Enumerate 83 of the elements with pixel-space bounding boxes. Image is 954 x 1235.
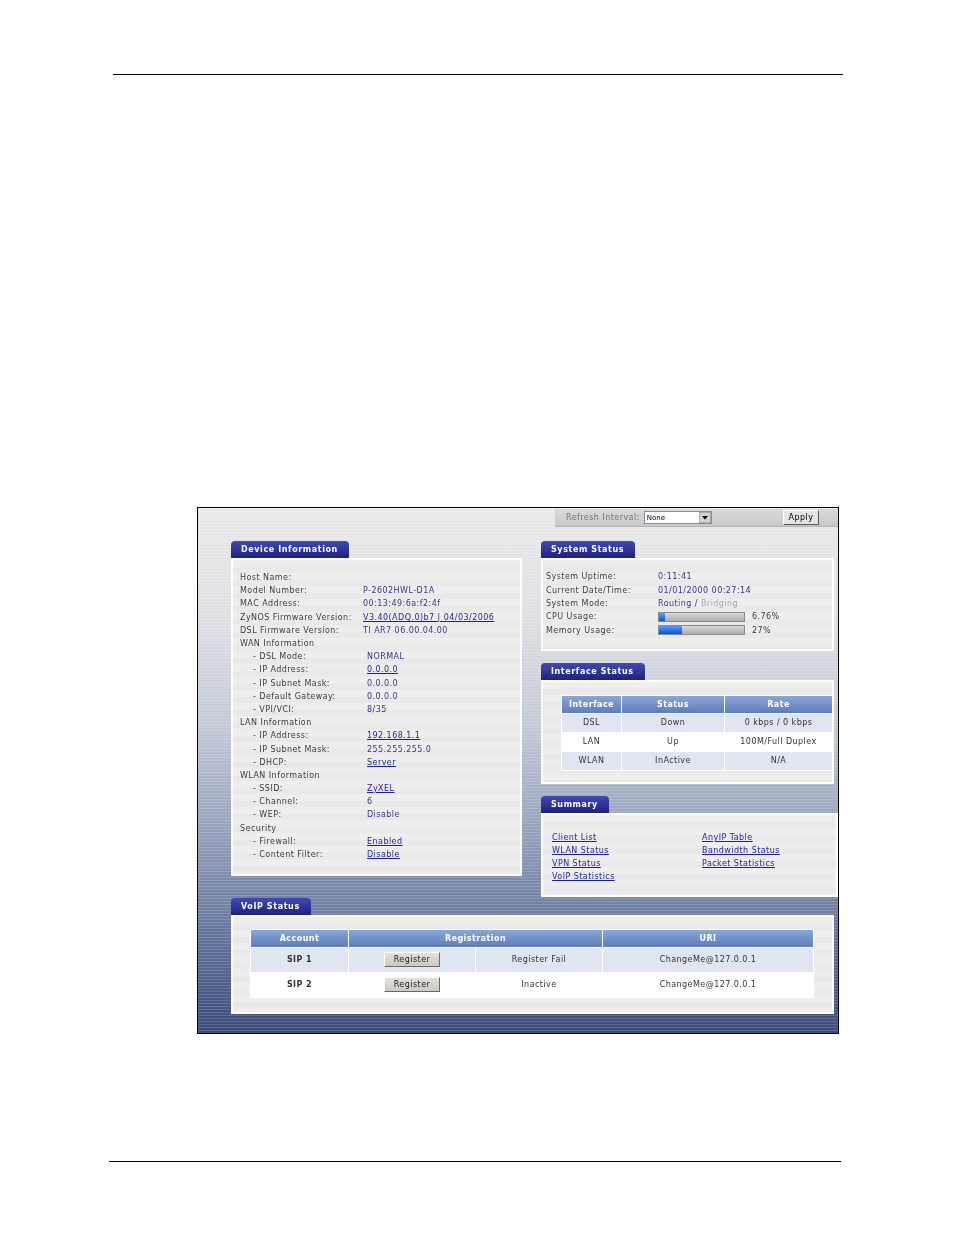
- table-cell: SIP 1: [251, 947, 348, 972]
- field-value: 255.255.255.0: [367, 744, 432, 754]
- field-label: Memory Usage:: [546, 625, 615, 635]
- field-label: CPU Usage:: [546, 612, 597, 622]
- field-value: 00:13:49:6a:f2:4f: [363, 599, 441, 609]
- mode-separator: /: [694, 598, 698, 608]
- panel-heading: VoIP Status: [231, 897, 311, 915]
- field-value: 0:11:41: [658, 572, 692, 582]
- field-label: ZyNOS Firmware Version:: [240, 612, 352, 622]
- field-label: System Uptime:: [546, 572, 617, 582]
- field-label: - SSID:: [253, 784, 283, 794]
- column-header: Registration: [349, 929, 602, 947]
- panel-heading: Interface Status: [541, 662, 645, 680]
- table-cell: ChangeMe@127.0.0.1: [603, 947, 813, 972]
- table-cell: N/A: [725, 751, 832, 770]
- table-cell: WLAN: [562, 751, 621, 770]
- field-label: DSL Firmware Version:: [240, 625, 339, 635]
- mode-option: Routing: [658, 598, 692, 608]
- table-cell: Register Fail: [476, 947, 602, 972]
- summary-link[interactable]: Packet Statistics: [702, 856, 775, 870]
- section-label: LAN Information: [240, 718, 312, 728]
- table-cell: InActive: [622, 751, 724, 770]
- panel-heading: System Status: [541, 541, 636, 558]
- panel-heading: Summary: [541, 795, 609, 813]
- field-value: P-2602HWL-D1A: [363, 586, 435, 596]
- field-value: 0.0.0.0: [367, 691, 399, 701]
- field-label: MAC Address:: [240, 599, 301, 609]
- register-button[interactable]: Register: [384, 977, 440, 993]
- field-link[interactable]: 0.0.0.0: [367, 665, 399, 675]
- summary-link[interactable]: WLAN Status: [552, 843, 609, 857]
- summary-link[interactable]: AnyIP Table: [702, 830, 753, 844]
- field-link[interactable]: Enabled: [367, 836, 403, 846]
- field-value: 6: [367, 797, 373, 807]
- field-link[interactable]: ZyXEL: [367, 784, 395, 794]
- field-label: - DSL Mode:: [253, 652, 307, 662]
- field-label: - DHCP:: [253, 757, 287, 767]
- apply-button[interactable]: Apply: [783, 510, 819, 525]
- field-value: 01/01/2000 00:27:14: [658, 585, 752, 595]
- column-header: Account: [251, 929, 348, 947]
- field-value: 8/35: [367, 704, 387, 714]
- field-label: - Firewall:: [253, 836, 297, 846]
- summary-link[interactable]: Client List: [552, 830, 597, 844]
- field-value: 0.0.0.0: [367, 678, 399, 688]
- field-label: System Mode:: [546, 598, 609, 608]
- field-label: - Channel:: [253, 797, 299, 807]
- register-button[interactable]: Register: [384, 952, 440, 968]
- field-label: - IP Subnet Mask:: [253, 678, 330, 688]
- usage-reading: 6.76%: [752, 612, 780, 622]
- field-label: - Content Filter:: [253, 850, 323, 860]
- field-label: - VPI/VCI:: [253, 704, 295, 714]
- field-label: Current Date/Time:: [546, 585, 631, 595]
- summary-link[interactable]: VPN Status: [552, 856, 601, 870]
- summary-link[interactable]: Bandwidth Status: [702, 843, 780, 857]
- field-label: - IP Address:: [253, 731, 309, 741]
- table-cell: DSL: [562, 713, 621, 732]
- usage-reading: 27%: [752, 625, 772, 635]
- column-header: URI: [603, 929, 813, 947]
- field-link[interactable]: Disable: [367, 850, 400, 860]
- section-label: WAN Information: [240, 639, 315, 649]
- field-value: NORMAL: [367, 652, 405, 662]
- column-header: Interface: [562, 695, 621, 713]
- field-label: - Default Gateway:: [253, 691, 336, 701]
- section-label: Security: [240, 823, 277, 833]
- panel-heading: Device Information: [231, 541, 349, 558]
- field-label: Model Number:: [240, 586, 308, 596]
- section-label: WLAN Information: [240, 770, 321, 780]
- field-label: Host Name:: [240, 573, 292, 583]
- field-label: - IP Address:: [253, 665, 309, 675]
- refresh-interval-label: Refresh Interval:: [566, 513, 640, 522]
- summary-link[interactable]: VoIP Statistics: [552, 869, 615, 883]
- table-cell: 0 kbps / 0 kbps: [725, 713, 832, 732]
- field-link[interactable]: 192.168.1.1: [367, 731, 421, 741]
- field-value: TI AR7 06.00.04.00: [363, 625, 448, 635]
- dropdown-arrow-icon: [698, 512, 711, 523]
- column-header: Rate: [725, 695, 832, 713]
- field-label: - IP Subnet Mask:: [253, 744, 330, 754]
- table-cell: Down: [622, 713, 724, 732]
- field-link[interactable]: V3.40(ADQ.0)b7 | 04/03/2006: [363, 612, 495, 622]
- field-value: Disable: [367, 810, 400, 820]
- field-label: - WEP:: [253, 810, 282, 820]
- mode-option: Bridging: [701, 598, 739, 608]
- column-header: Status: [622, 695, 724, 713]
- field-link[interactable]: Server: [367, 757, 396, 767]
